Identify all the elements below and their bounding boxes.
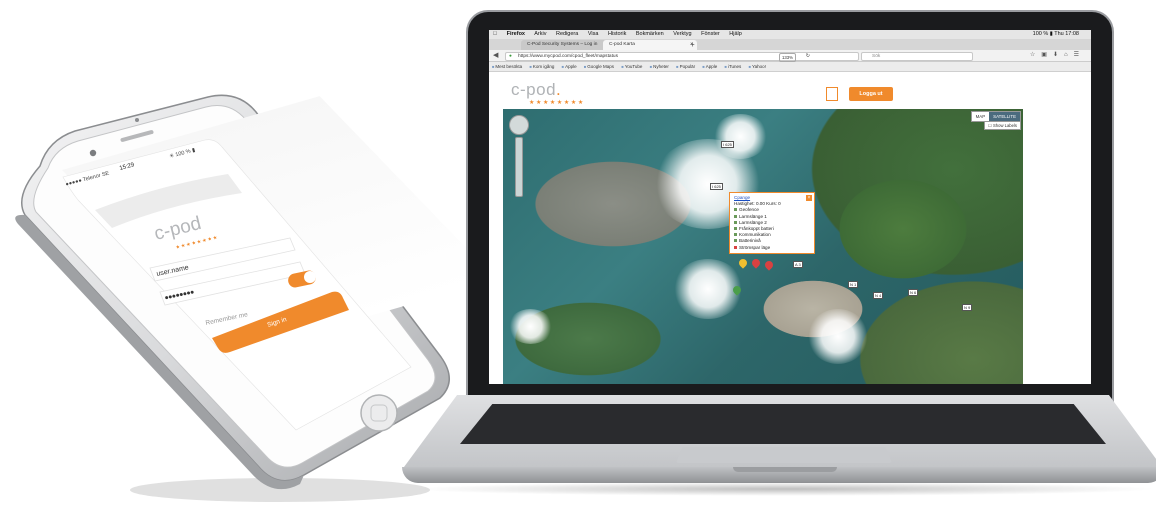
bookmark-item[interactable]: Nyheter (650, 64, 669, 69)
new-tab-button[interactable]: + (690, 39, 695, 50)
bookmark-item[interactable]: Yahoo! (749, 64, 766, 69)
map-marker-icon[interactable] (737, 257, 749, 269)
browser-tabbar: C-Pod Security Systems – Log in × C-pod … (489, 39, 1091, 55)
menu-verktyg[interactable]: Verktyg (673, 31, 691, 37)
menu-fonster[interactable]: Fönster (701, 31, 720, 37)
menubar-status: 100 % ▮ Thu 17:08 (1032, 31, 1079, 37)
lock-icon: ● (509, 54, 512, 59)
close-popup-icon[interactable]: × (806, 195, 812, 201)
highway-label: N 1 (848, 281, 859, 288)
search-field[interactable]: Sök (861, 52, 973, 61)
tab-map[interactable]: C-pod Karta × (603, 40, 697, 50)
map-type-map[interactable]: MAP (972, 112, 990, 121)
menu-app-name[interactable]: Firefox (507, 31, 525, 37)
bookmark-item[interactable]: iTunes (725, 64, 742, 69)
smartphone: ●●●●● Telenor SE 15:29 ✳ 100 % ▮ c-pod ★… (15, 94, 470, 502)
bookmark-item[interactable]: Google Maps (584, 64, 614, 69)
map-marker-icon[interactable] (750, 257, 762, 269)
back-icon[interactable]: ◀ (493, 51, 498, 59)
highway-label: I 625 (710, 183, 723, 190)
laptop-notch (733, 467, 837, 472)
highway-label: A 3 (793, 261, 803, 268)
bookmark-item[interactable]: YouTube (621, 64, 642, 69)
highway-label: N 4 (873, 292, 884, 299)
bookmark-item[interactable]: Apple (562, 64, 577, 69)
highway-label: N 6 (908, 289, 919, 296)
zoom-level[interactable]: 133% (779, 53, 796, 62)
menu-hjalp[interactable]: Hjälp (729, 31, 742, 37)
menu-arkiv[interactable]: Arkiv (534, 31, 546, 37)
menu-visa[interactable]: Visa (588, 31, 599, 37)
highway-label: I 625 (721, 141, 734, 148)
apple-icon[interactable]:  (493, 31, 497, 37)
tab-login-label: C-Pod Security Systems – Log in (527, 42, 598, 47)
show-labels-checkbox[interactable]: ☐ Show Labels (984, 121, 1021, 130)
map-type-satellite[interactable]: SATELLITE (989, 112, 1020, 121)
menu-historik[interactable]: Historik (608, 31, 626, 37)
search-placeholder: Sök (872, 54, 881, 59)
toolbar-icons[interactable]: ☆▣⬇⌂☰ (1030, 51, 1085, 58)
laptop-keyboard (460, 404, 1106, 444)
satellite-map[interactable]: MAP SATELLITE ☐ Show Labels I 625 I 625 A… (503, 109, 1023, 384)
tab-map-label: C-pod Karta (609, 42, 635, 47)
popup-status-row: Strömspar läge (734, 245, 810, 251)
laptop-screen:  Firefox Arkiv Redigera Visa Historik B… (489, 30, 1091, 384)
pan-control-icon[interactable] (509, 115, 529, 135)
bookmark-item[interactable]: Populär (676, 64, 695, 69)
bookmarks-bar: Mest besökta Kom igång Apple Google Maps… (489, 62, 1091, 72)
logout-button[interactable]: Logga ut (849, 87, 893, 101)
vehicle-info-popup: × Cpange Hastighet: 0.00 Kurs: 0 Geofenc… (729, 192, 815, 254)
url-text: https://www.mycpod.com/cpod_fleet/mapsta… (518, 54, 618, 59)
laptop-shadow (410, 482, 1156, 496)
mac-menubar:  Firefox Arkiv Redigera Visa Historik B… (489, 30, 1091, 39)
menu-redigera[interactable]: Redigera (556, 31, 578, 37)
map-marker-icon[interactable] (763, 259, 775, 271)
menu-bokmarken[interactable]: Bokmärken (636, 31, 664, 37)
zoom-slider[interactable] (515, 137, 523, 197)
bookmark-item[interactable]: Mest besökta (492, 64, 522, 69)
logo-stars: ★★★★★★★★ (529, 100, 585, 106)
reload-icon[interactable]: ↻ (806, 53, 810, 60)
bookmark-item[interactable]: Apple (702, 64, 717, 69)
bookmark-item[interactable]: Kom igång (529, 64, 554, 69)
notification-box[interactable] (826, 87, 838, 101)
site-logo[interactable]: c-pod. (511, 80, 561, 100)
laptop-trackpad (676, 447, 892, 463)
highway-label: N 9 (962, 304, 973, 311)
browser-toolbar: ◀ ● https://www.mycpod.com/cpod_fleet/ma… (489, 50, 1091, 62)
site-header: c-pod. ★★★★★★★★ Logga ut (489, 72, 1091, 106)
tab-login[interactable]: C-Pod Security Systems – Log in × (521, 40, 611, 50)
url-field[interactable]: ● https://www.mycpod.com/cpod_fleet/maps… (505, 52, 859, 62)
